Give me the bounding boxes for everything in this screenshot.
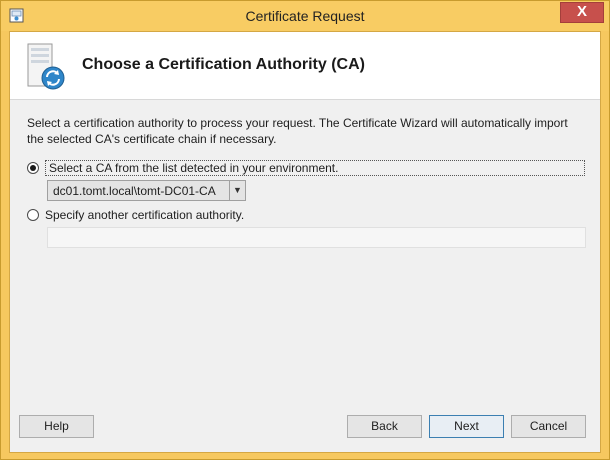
cancel-button[interactable]: Cancel	[511, 415, 586, 438]
wizard-content: Choose a Certification Authority (CA) Se…	[9, 31, 601, 453]
window-title: Certificate Request	[245, 8, 365, 24]
option-specify-row[interactable]: Specify another certification authority.	[27, 208, 244, 222]
title-bar: Certificate Request X	[1, 1, 609, 31]
detected-ca-radio[interactable]	[27, 162, 39, 174]
specify-ca-input[interactable]	[47, 227, 586, 248]
chevron-down-icon[interactable]: ▼	[229, 181, 245, 200]
help-button[interactable]: Help	[19, 415, 94, 438]
ca-select-value: dc01.tomt.local\tomt-DC01-CA	[53, 184, 216, 198]
page-title: Choose a Certification Authority (CA)	[82, 56, 365, 73]
wizard-window: Certificate Request X Choose a Certifica…	[0, 0, 610, 460]
specify-ca-radio[interactable]	[27, 209, 39, 221]
close-icon: X	[576, 3, 587, 20]
back-button[interactable]: Back	[347, 415, 422, 438]
ca-select[interactable]: dc01.tomt.local\tomt-DC01-CA ▼	[47, 180, 246, 201]
server-sync-icon	[27, 43, 65, 90]
close-button[interactable]: X	[560, 2, 604, 23]
detected-ca-label[interactable]: Select a CA from the list detected in yo…	[45, 160, 585, 176]
next-button[interactable]: Next	[429, 415, 504, 438]
option-detected-row[interactable]: Select a CA from the list detected in yo…	[27, 160, 585, 176]
specify-ca-label[interactable]: Specify another certification authority.	[45, 208, 244, 222]
description-text: Select a certification authority to proc…	[27, 116, 568, 146]
wizard-header: Choose a Certification Authority (CA)	[10, 32, 600, 100]
